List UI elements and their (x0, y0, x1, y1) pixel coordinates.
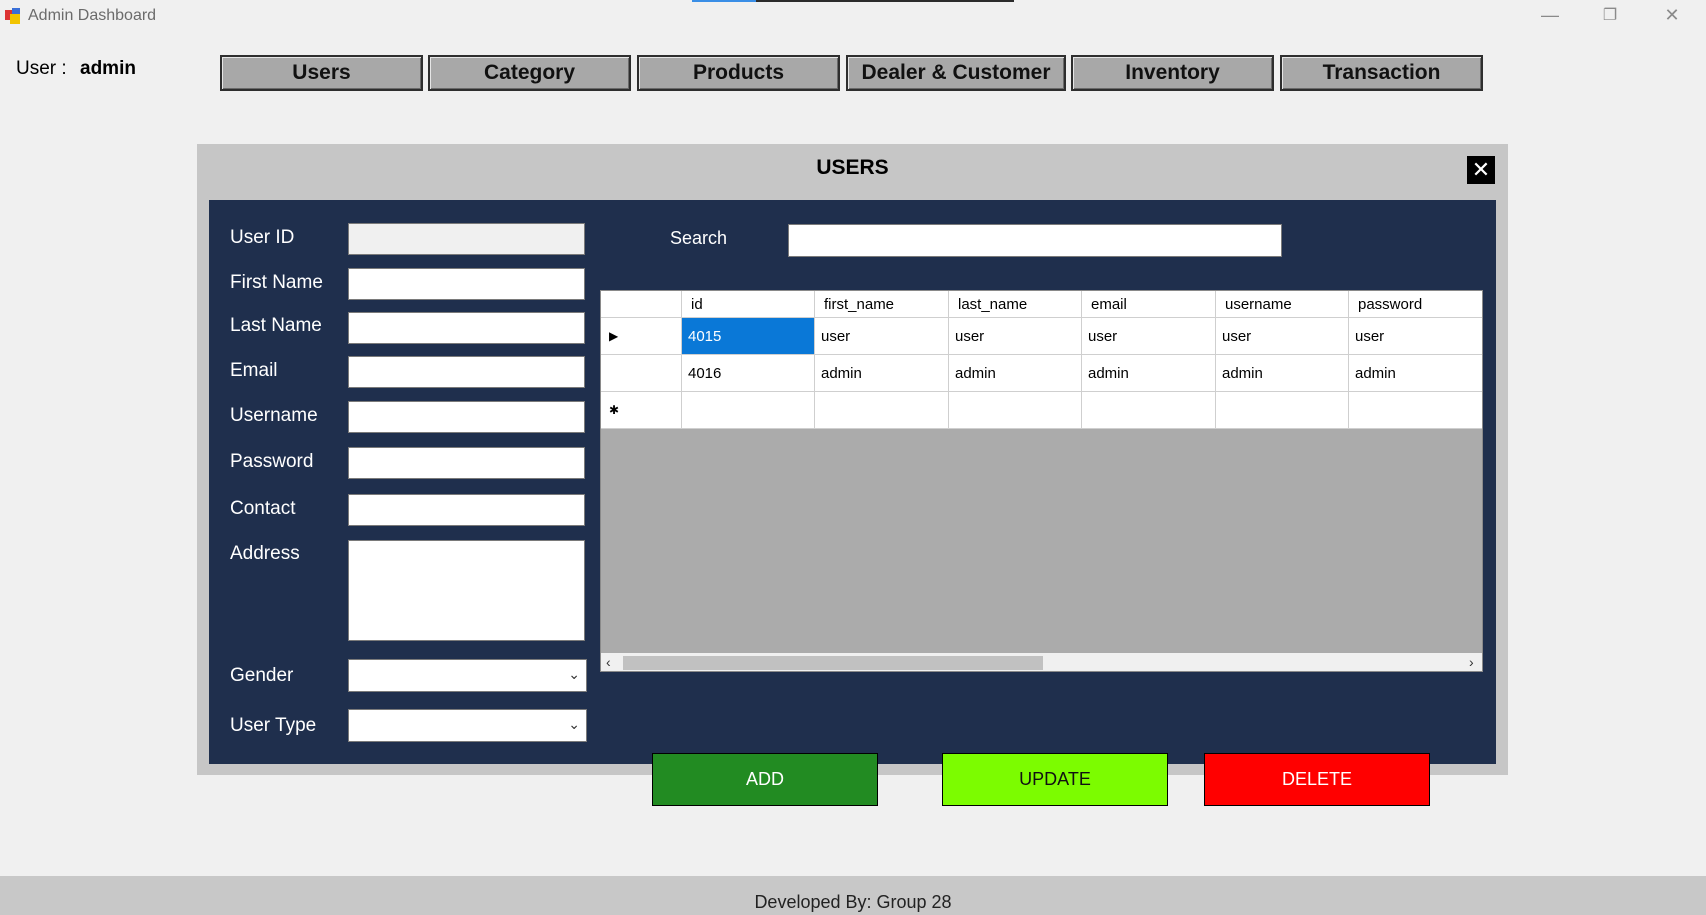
close-icon: ✕ (1471, 157, 1491, 182)
email-field[interactable] (348, 356, 585, 388)
table-row[interactable]: 4016 admin admin admin admin admin (601, 355, 1482, 392)
password-field[interactable] (348, 447, 585, 479)
window-title: Admin Dashboard (28, 7, 157, 24)
table-cell[interactable]: admin (1349, 355, 1482, 392)
gender-label: Gender (230, 665, 294, 686)
minimize-button[interactable]: — (1520, 0, 1580, 30)
table-cell[interactable]: user (1216, 318, 1349, 355)
contact-label: Contact (230, 498, 296, 519)
table-cell[interactable]: 4015 (682, 318, 815, 355)
table-cell[interactable]: admin (815, 355, 949, 392)
nav-category-button[interactable]: Category (428, 55, 631, 91)
table-cell[interactable] (815, 392, 949, 429)
panel-close-button[interactable]: ✕ (1467, 156, 1495, 184)
nav-transaction-button[interactable]: Transaction (1280, 55, 1483, 91)
footer: Developed By: Group 28 (0, 876, 1706, 915)
row-selector[interactable]: ▶ (601, 318, 682, 355)
address-field[interactable] (348, 540, 585, 641)
delete-button[interactable]: DELETE (1204, 753, 1430, 806)
panel-title: USERS (816, 156, 889, 179)
title-bar: Admin Dashboard — ❐ ✕ (0, 0, 1706, 32)
nav-users-button[interactable]: Users (220, 55, 423, 91)
nav-inventory-button[interactable]: Inventory (1071, 55, 1274, 91)
scroll-left-icon[interactable]: ‹ (606, 654, 611, 670)
user-name: admin (80, 58, 136, 79)
table-row[interactable]: ▶ 4015 user user user user user (601, 318, 1482, 355)
row-selector[interactable]: ✱ (601, 392, 682, 429)
nav-dealer-customer-button[interactable]: Dealer & Customer (846, 55, 1066, 91)
table-header: id first_name last_name email username p… (601, 291, 1482, 318)
table-new-row[interactable]: ✱ (601, 392, 1482, 429)
title-progress-bar (692, 0, 1014, 2)
users-form-area: User ID First Name Last Name Email Usern… (209, 200, 1496, 806)
search-input[interactable] (788, 224, 1282, 257)
first-name-label: First Name (230, 272, 323, 293)
horizontal-scrollbar[interactable]: ‹ › (601, 653, 1482, 671)
column-header-first-name[interactable]: first_name (815, 291, 949, 318)
user-id-field[interactable] (348, 223, 585, 255)
row-selector[interactable] (601, 355, 682, 392)
user-label: User : (16, 58, 67, 79)
search-label: Search (670, 228, 728, 248)
username-label: Username (230, 405, 318, 426)
last-name-field[interactable] (348, 312, 585, 344)
address-label: Address (230, 543, 300, 564)
column-header-last-name[interactable]: last_name (949, 291, 1082, 318)
column-header-password[interactable]: password (1349, 291, 1482, 318)
gender-select[interactable]: ⌄ (348, 659, 587, 692)
add-button[interactable]: ADD (652, 753, 878, 806)
table-cell[interactable]: user (1349, 318, 1482, 355)
table-cell[interactable]: admin (1216, 355, 1349, 392)
column-header-username[interactable]: username (1216, 291, 1349, 318)
user-type-label: User Type (230, 715, 317, 736)
app-icon (5, 8, 20, 24)
window-close-button[interactable]: ✕ (1642, 0, 1702, 30)
table-cell[interactable]: user (949, 318, 1082, 355)
column-header-id[interactable]: id (682, 291, 815, 318)
table-cell[interactable] (1349, 392, 1482, 429)
title-progress-fill (692, 0, 757, 2)
close-icon: ✕ (1664, 4, 1680, 25)
chevron-down-icon: ⌄ (568, 716, 580, 732)
user-type-select[interactable]: ⌄ (348, 709, 587, 742)
email-label: Email (230, 360, 278, 381)
users-panel: USERS ✕ User ID First Name Last Name Ema… (197, 144, 1508, 806)
chevron-down-icon: ⌄ (568, 666, 580, 682)
table-cell[interactable]: 4016 (682, 355, 815, 392)
table-cell[interactable]: admin (1082, 355, 1216, 392)
table-cell[interactable] (682, 392, 815, 429)
column-header-email[interactable]: email (1082, 291, 1216, 318)
restore-button[interactable]: ❐ (1580, 0, 1640, 30)
username-field[interactable] (348, 401, 585, 433)
user-id-label: User ID (230, 227, 295, 248)
row-header-corner (601, 291, 682, 318)
first-name-field[interactable] (348, 268, 585, 300)
footer-credit: Developed By: Group 28 (754, 892, 952, 912)
password-label: Password (230, 451, 314, 472)
current-row-icon: ▶ (609, 329, 619, 343)
table-cell[interactable] (949, 392, 1082, 429)
table-cell[interactable] (1216, 392, 1349, 429)
table-cell[interactable]: admin (949, 355, 1082, 392)
users-table[interactable]: id first_name last_name email username p… (600, 290, 1483, 672)
scroll-right-icon[interactable]: › (1469, 654, 1474, 670)
scrollbar-thumb[interactable] (623, 656, 1043, 670)
new-row-icon: ✱ (609, 403, 620, 417)
update-button[interactable]: UPDATE (942, 753, 1168, 806)
contact-field[interactable] (348, 494, 585, 526)
nav-products-button[interactable]: Products (637, 55, 840, 91)
table-cell[interactable]: user (1082, 318, 1216, 355)
restore-icon: ❐ (1602, 7, 1618, 24)
table-cell[interactable] (1082, 392, 1216, 429)
minimize-icon: — (1541, 4, 1559, 25)
last-name-label: Last Name (230, 315, 322, 336)
table-cell[interactable]: user (815, 318, 949, 355)
